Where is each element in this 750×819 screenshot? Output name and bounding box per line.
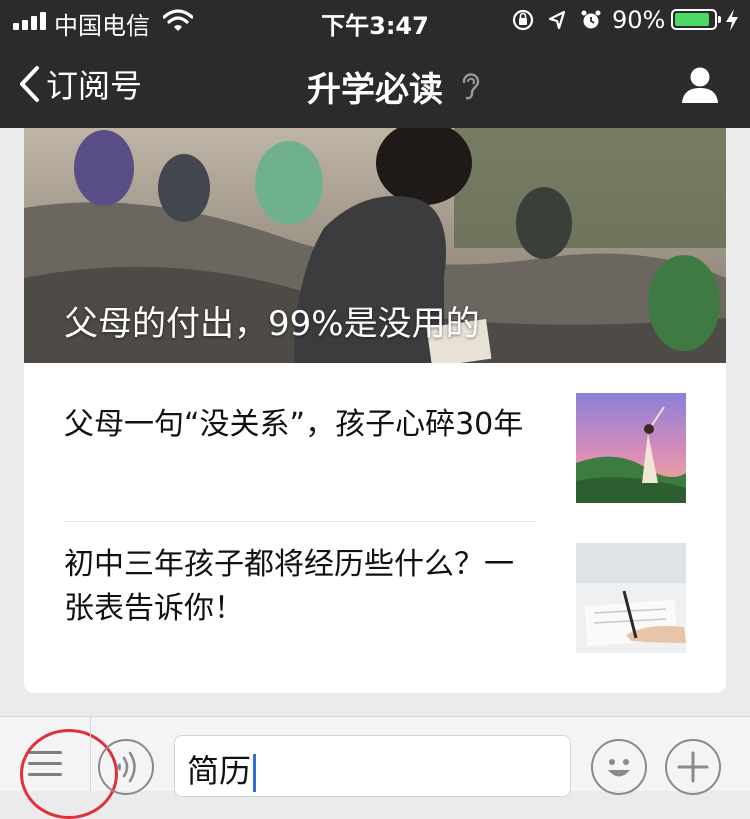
article-card: 父母的付出，99%是没用的 父母一句“没关系”，孩子心碎30年 初中三年孩子都将… <box>24 128 726 693</box>
page-title: 升学必读 <box>307 70 443 110</box>
user-profile-icon[interactable] <box>680 66 720 104</box>
battery-icon <box>671 9 721 30</box>
divider <box>90 717 91 791</box>
ear-icon[interactable] <box>459 70 483 102</box>
chat-input-bar: 简历 <box>0 716 750 819</box>
text-caret <box>253 754 257 792</box>
location-icon <box>548 10 566 30</box>
article-item[interactable]: 初中三年孩子都将经历些什么？一张表告诉你！ <box>24 523 726 683</box>
article-item-thumbnail <box>576 393 686 503</box>
battery-level <box>675 13 709 26</box>
nav-bar: 订阅号 升学必读 <box>0 40 750 128</box>
plus-icon <box>677 751 709 783</box>
hero-title: 父母的付出，99%是没用的 <box>64 304 480 344</box>
rotation-lock-icon <box>512 9 534 31</box>
voice-icon <box>116 751 136 783</box>
divider <box>64 521 536 522</box>
hero-article[interactable]: 父母的付出，99%是没用的 <box>24 128 726 363</box>
message-input-value: 简历 <box>187 746 257 792</box>
battery-percent: 90% <box>612 6 666 34</box>
alarm-icon <box>581 10 601 29</box>
article-item[interactable]: 父母一句“没关系”，孩子心碎30年 <box>24 363 726 523</box>
emoji-icon <box>608 759 630 777</box>
emoji-button[interactable] <box>591 739 647 795</box>
status-icons <box>512 9 601 31</box>
article-item-title: 父母一句“没关系”，孩子心碎30年 <box>64 407 524 442</box>
charging-icon <box>726 9 738 31</box>
message-input[interactable]: 简历 <box>174 735 571 797</box>
message-input-text: 简历 <box>187 752 252 790</box>
voice-button[interactable] <box>98 739 154 795</box>
plus-button[interactable] <box>665 739 721 795</box>
article-item-thumbnail <box>576 543 686 653</box>
status-bar: 中国电信 下午3:47 90% <box>0 0 750 40</box>
top-bar: 中国电信 下午3:47 90% 订阅号 升学必读 <box>0 0 750 128</box>
article-item-title: 初中三年孩子都将经历些什么？一张表告诉你！ <box>64 547 514 626</box>
